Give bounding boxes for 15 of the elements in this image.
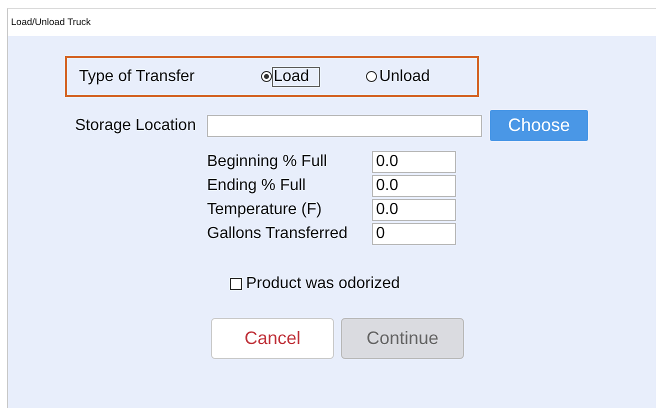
input-field[interactable]: 0 xyxy=(372,223,456,245)
transfer-type-label: Type of Transfer xyxy=(79,68,195,86)
input-field[interactable]: 0.0 xyxy=(372,151,456,173)
storage-location-label: Storage Location xyxy=(75,116,196,134)
field-label: Temperature (F) xyxy=(207,201,323,219)
field-label: Gallons Transferred xyxy=(207,225,349,243)
field-label: Beginning % Full xyxy=(207,153,328,171)
radio-option[interactable]: Unload xyxy=(366,66,445,88)
dialog-button[interactable]: Cancel xyxy=(211,318,334,359)
field-label: Ending % Full xyxy=(207,177,307,195)
odorized-checkbox[interactable]: Product was odorized xyxy=(230,275,400,293)
window-title: Load/Unload Truck xyxy=(11,17,91,28)
input-field[interactable]: 0.0 xyxy=(372,175,456,197)
input-field[interactable]: 0.0 xyxy=(372,199,456,221)
storage-location-field[interactable] xyxy=(206,114,482,136)
